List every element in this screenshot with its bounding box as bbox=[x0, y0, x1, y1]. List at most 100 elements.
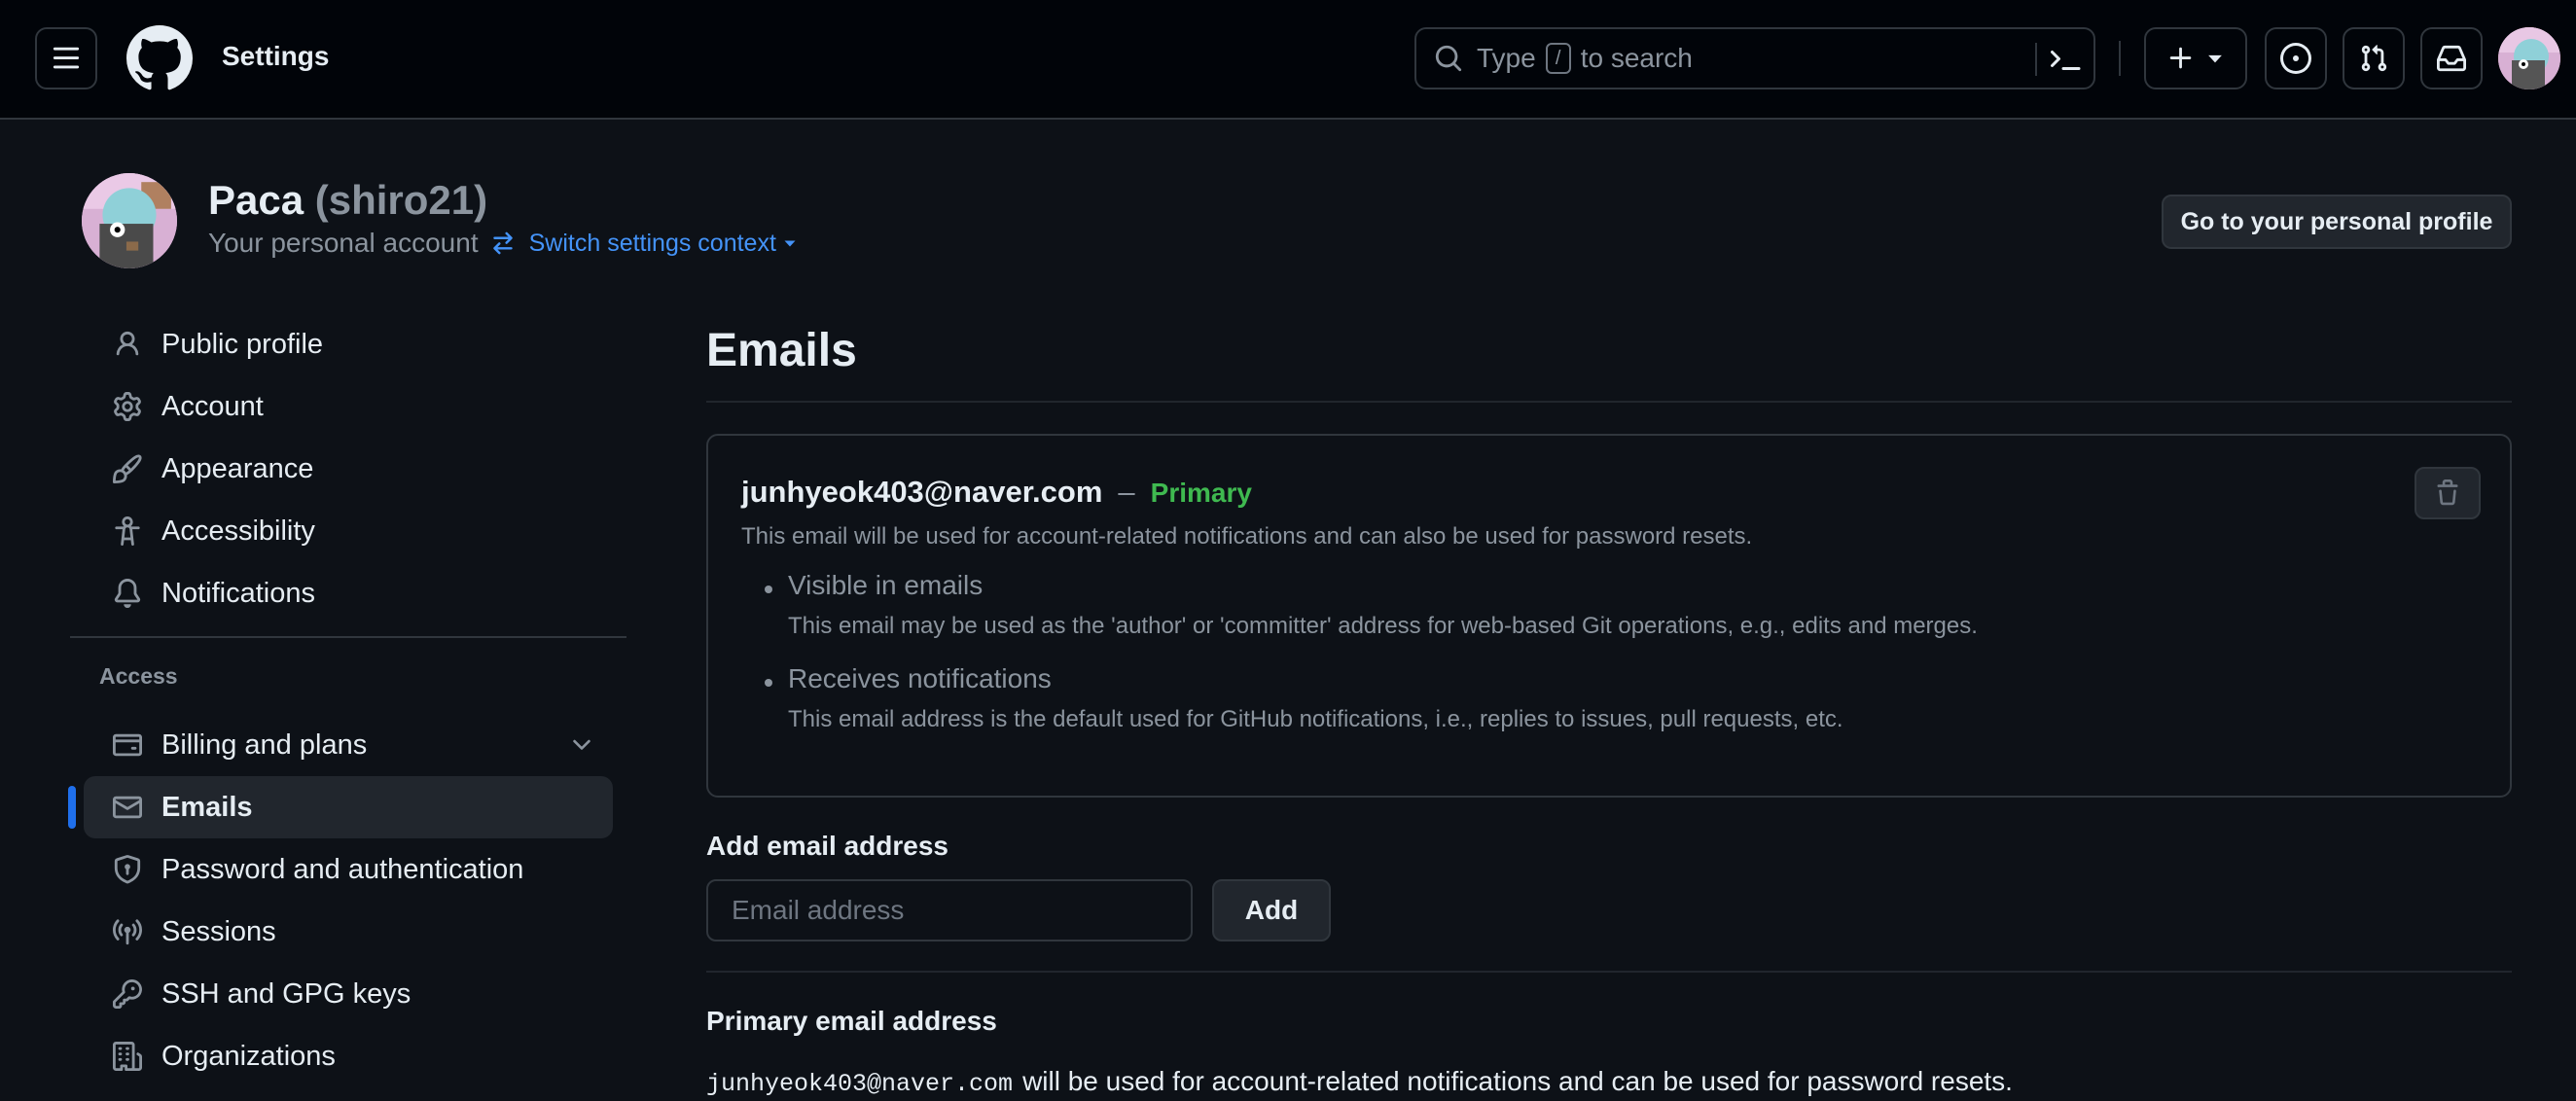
page-title: Emails bbox=[706, 325, 857, 376]
organization-icon bbox=[111, 1040, 144, 1073]
primary-email-description: will be used for account-related notific… bbox=[1022, 1066, 2013, 1096]
add-email-button[interactable]: Add bbox=[1212, 879, 1331, 941]
switch-context-label: Switch settings context bbox=[528, 229, 776, 257]
caret-down-icon bbox=[2205, 49, 2225, 68]
search-divider bbox=[2035, 43, 2037, 76]
profile-avatar bbox=[82, 173, 177, 268]
sidebar-item-label: Notifications bbox=[161, 577, 315, 609]
delete-email-button[interactable] bbox=[2415, 467, 2481, 519]
issues-icon bbox=[2280, 43, 2311, 74]
sidebar-item-label: Sessions bbox=[161, 915, 276, 947]
bullet-title: Receives notifications bbox=[788, 663, 1052, 693]
sidebar-item-label: Appearance bbox=[161, 452, 314, 484]
accessibility-icon bbox=[111, 515, 144, 548]
arrow-switch-icon bbox=[490, 231, 516, 256]
email-entry: junhyeok403@naver.com – Primary bbox=[741, 475, 2477, 510]
sidebar-item-sessions[interactable]: Sessions bbox=[84, 901, 613, 963]
add-email-heading: Add email address bbox=[706, 831, 948, 861]
settings-sidebar: Public profile Account Appearance Access… bbox=[68, 313, 626, 1087]
user-display-name: Paca (shiro21) bbox=[208, 177, 487, 224]
sidebar-item-label: Accessibility bbox=[161, 515, 315, 547]
primary-badge: Primary bbox=[1150, 478, 1252, 508]
pull-requests-button[interactable] bbox=[2343, 27, 2405, 89]
sidebar-item-label: Account bbox=[161, 390, 264, 422]
primary-email-code: junhyeok403@naver.com bbox=[706, 1070, 1014, 1098]
header-divider bbox=[2119, 41, 2121, 76]
list-item: Receives notifications This email addres… bbox=[765, 663, 2477, 733]
terminal-icon[interactable] bbox=[2051, 45, 2082, 76]
header-title: Settings bbox=[222, 41, 330, 71]
trash-icon bbox=[2434, 479, 2461, 507]
email-properties: Visible in emails This email may be used… bbox=[741, 570, 2477, 733]
sidebar-item-account[interactable]: Account bbox=[84, 375, 613, 438]
user-name: Paca bbox=[208, 177, 304, 223]
search-icon bbox=[1434, 44, 1463, 73]
user-handle: (shiro21) bbox=[314, 177, 488, 223]
sidebar-item-ssh-gpg-keys[interactable]: SSH and GPG keys bbox=[84, 963, 613, 1025]
broadcast-icon bbox=[111, 915, 144, 948]
sidebar-item-label: Emails bbox=[161, 791, 253, 823]
user-avatar[interactable] bbox=[2498, 27, 2560, 89]
create-new-button[interactable] bbox=[2144, 27, 2247, 89]
hamburger-icon bbox=[52, 44, 81, 73]
sidebar-heading-access: Access bbox=[99, 663, 178, 689]
search-prefix: Type bbox=[1477, 43, 1536, 73]
search-placeholder: Type / to search bbox=[1477, 43, 1693, 74]
email-address: junhyeok403@naver.com bbox=[741, 475, 1103, 509]
pull-requests-icon bbox=[2359, 44, 2388, 73]
primary-email-heading: Primary email address bbox=[706, 1006, 997, 1036]
add-email-form: Add bbox=[706, 879, 2512, 941]
bullet-title: Visible in emails bbox=[788, 570, 984, 600]
email-dash: – bbox=[1118, 475, 1135, 509]
sidebar-item-billing[interactable]: Billing and plans bbox=[84, 714, 613, 776]
caret-down-icon bbox=[782, 235, 798, 251]
person-icon bbox=[111, 328, 144, 361]
sidebar-item-label: Organizations bbox=[161, 1040, 336, 1072]
app-header: Settings Type / to search bbox=[0, 0, 2576, 120]
email-description: This email will be used for account-rela… bbox=[741, 523, 1753, 550]
sidebar-item-label: Billing and plans bbox=[161, 728, 368, 761]
list-item: Visible in emails This email may be used… bbox=[765, 570, 2477, 640]
go-to-profile-button[interactable]: Go to your personal profile bbox=[2162, 195, 2512, 249]
account-type-label: Your personal account bbox=[208, 228, 479, 258]
emails-main: Emails junhyeok403@naver.com – Primary T… bbox=[706, 321, 2512, 1098]
add-email-section: Add email address Add bbox=[706, 831, 2512, 941]
sidebar-divider bbox=[70, 636, 626, 638]
menu-button[interactable] bbox=[35, 27, 97, 89]
sidebar-item-appearance[interactable]: Appearance bbox=[84, 438, 613, 500]
search-bar[interactable]: Type / to search bbox=[1414, 27, 2095, 89]
section-divider bbox=[706, 971, 2512, 973]
primary-email-section: Primary email address junhyeok403@naver.… bbox=[706, 1006, 2512, 1098]
sidebar-item-password-authentication[interactable]: Password and authentication bbox=[84, 838, 613, 901]
github-logo-icon[interactable] bbox=[126, 25, 193, 91]
paintbrush-icon bbox=[111, 452, 144, 485]
sidebar-item-label: SSH and GPG keys bbox=[161, 977, 411, 1010]
bell-icon bbox=[111, 577, 144, 610]
issues-button[interactable] bbox=[2265, 27, 2327, 89]
inbox-icon bbox=[2437, 44, 2466, 73]
sidebar-item-public-profile[interactable]: Public profile bbox=[84, 313, 613, 375]
primary-email-box: junhyeok403@naver.com – Primary This ema… bbox=[706, 434, 2512, 798]
inbox-button[interactable] bbox=[2420, 27, 2483, 89]
email-address-input[interactable] bbox=[706, 879, 1193, 941]
sidebar-item-organizations[interactable]: Organizations bbox=[84, 1025, 613, 1087]
search-shortcut-key: / bbox=[1545, 43, 1571, 74]
gear-icon bbox=[111, 390, 144, 423]
bullet-description: This email address is the default used f… bbox=[788, 706, 1843, 732]
chevron-down-icon bbox=[568, 731, 595, 759]
mail-icon bbox=[111, 791, 144, 824]
switch-settings-context-link[interactable]: Switch settings context bbox=[529, 230, 798, 258]
plus-icon bbox=[2166, 44, 2196, 73]
bullet-description: This email may be used as the 'author' o… bbox=[788, 613, 1978, 639]
sidebar-item-accessibility[interactable]: Accessibility bbox=[84, 500, 613, 562]
search-suffix: to search bbox=[1580, 43, 1693, 73]
credit-card-icon bbox=[111, 728, 144, 762]
sidebar-item-notifications[interactable]: Notifications bbox=[84, 562, 613, 624]
shield-icon bbox=[111, 853, 144, 886]
sidebar-item-emails[interactable]: Emails bbox=[68, 776, 613, 838]
primary-email-text: junhyeok403@naver.com will be used for a… bbox=[706, 1066, 2512, 1098]
sidebar-item-label: Public profile bbox=[161, 328, 324, 360]
sidebar-item-label: Password and authentication bbox=[161, 853, 524, 885]
key-icon bbox=[111, 977, 144, 1011]
account-context: Your personal account Switch settings co… bbox=[208, 228, 798, 259]
